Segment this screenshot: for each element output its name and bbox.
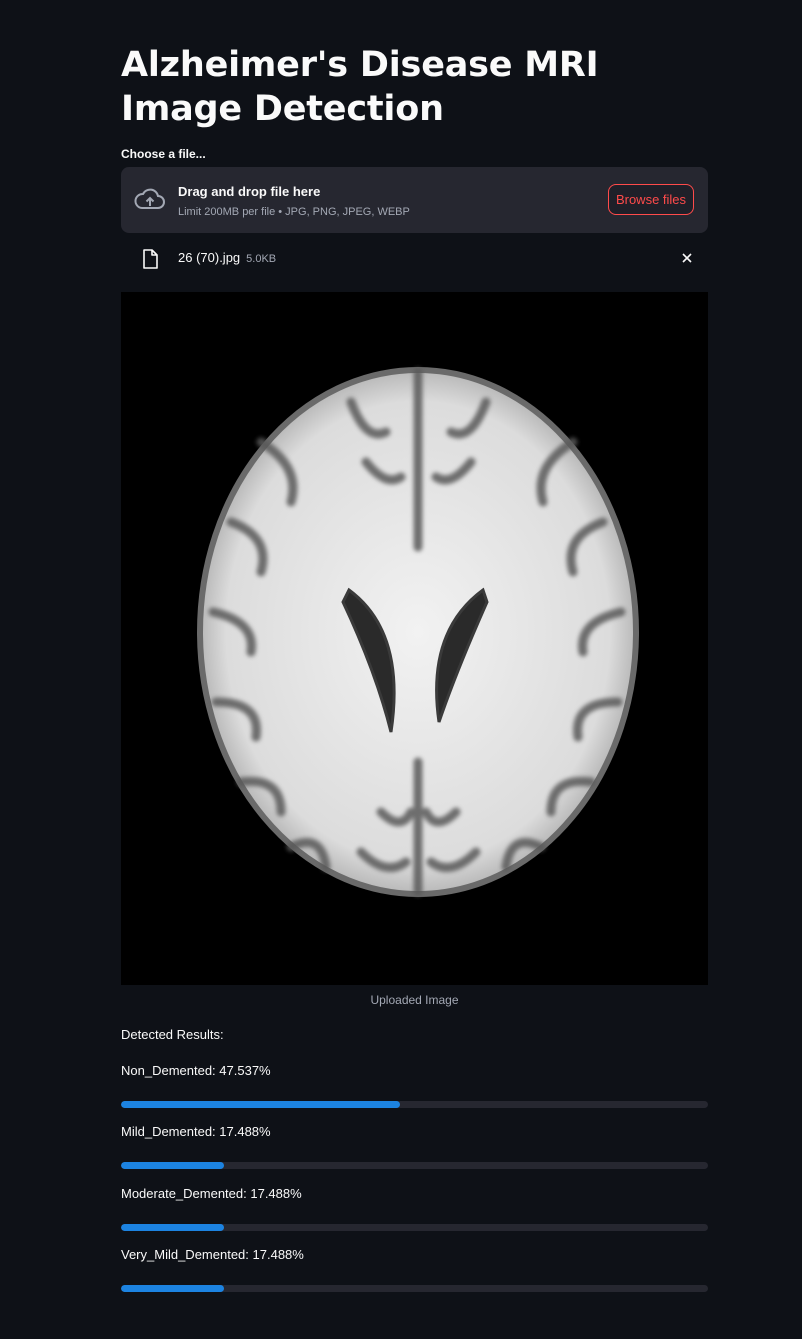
dropzone-limit-text: Limit 200MB per file • JPG, PNG, JPEG, W… (178, 206, 410, 218)
dropzone-title: Drag and drop file here (178, 184, 321, 199)
uploader-label: Choose a file... (121, 147, 206, 161)
result-progress-fill (121, 1162, 224, 1169)
image-caption: Uploaded Image (370, 993, 459, 1007)
file-name-line: 26 (70).jpg 5.0KB (178, 250, 276, 265)
mri-image (121, 292, 708, 985)
result-label-mild-demented: Mild_Demented: 17.488% (121, 1124, 271, 1139)
result-label-moderate-demented: Moderate_Demented: 17.488% (121, 1186, 302, 1201)
result-progress-moderate-demented (121, 1224, 708, 1231)
close-icon[interactable] (680, 251, 694, 265)
result-label-very-mild-demented: Very_Mild_Demented: 17.488% (121, 1247, 304, 1262)
result-progress-non-demented (121, 1101, 708, 1108)
file-size: 5.0KB (246, 253, 277, 265)
browse-files-button[interactable]: Browse files (608, 184, 694, 215)
file-name: 26 (70).jpg (178, 250, 241, 265)
result-progress-mild-demented (121, 1162, 708, 1169)
result-progress-fill (121, 1101, 401, 1108)
uploaded-file-row: 26 (70).jpg 5.0KB (121, 241, 708, 277)
file-icon (143, 249, 158, 269)
result-label-non-demented: Non_Demented: 47.537% (121, 1063, 271, 1078)
result-progress-fill (121, 1224, 224, 1231)
page-title: Alzheimer's Disease MRI Image Detection (121, 45, 599, 129)
result-progress-very-mild-demented (121, 1285, 708, 1292)
result-progress-fill (121, 1285, 224, 1292)
cloud-upload-icon (134, 188, 165, 209)
file-dropzone[interactable]: Drag and drop file here Limit 200MB per … (121, 167, 708, 233)
results-heading: Detected Results: (121, 1027, 224, 1042)
